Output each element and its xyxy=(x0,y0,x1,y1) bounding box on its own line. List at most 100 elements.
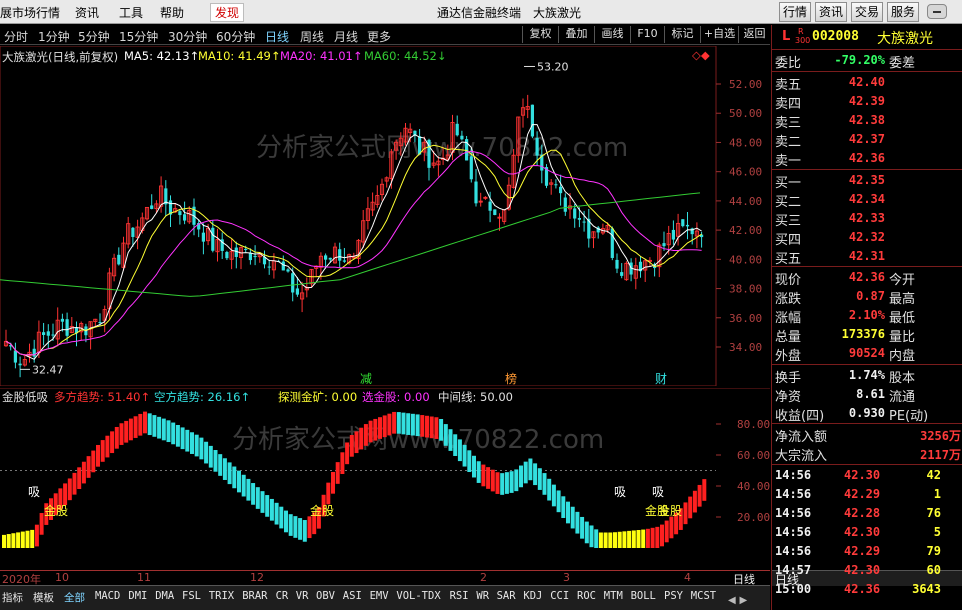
indicator-bar xyxy=(63,483,68,506)
indicator-tab[interactable]: WR xyxy=(476,590,489,602)
chart-toolbar: 分时 1分钟 5分钟 15分钟 30分钟 60分钟 日线 周线 月线 更多 复权… xyxy=(0,25,770,45)
indicator-bar xyxy=(72,472,77,495)
indicator-tab[interactable]: DMA xyxy=(155,590,174,602)
indicator-bar xyxy=(476,461,481,483)
buy-level-label: 买四 xyxy=(775,233,802,248)
indicator-bar xyxy=(354,431,359,454)
indicator-bar xyxy=(584,521,589,544)
candle-down xyxy=(178,211,182,216)
minimize-icon[interactable] xyxy=(927,4,947,19)
tab-scroll-arrows[interactable]: ◀ ▶ xyxy=(728,592,768,606)
indicator-tab[interactable]: 指标 xyxy=(2,590,23,605)
indicator-tab[interactable]: EMV xyxy=(370,590,389,602)
menu-help[interactable]: 帮助 xyxy=(160,4,184,21)
event-marker: 财 xyxy=(655,372,667,386)
signal-label: 吸 xyxy=(614,485,626,499)
indicator-tab[interactable]: MTM xyxy=(604,590,623,602)
stat-value: 0.87 xyxy=(856,289,885,303)
tick-volume: 42 xyxy=(926,468,941,482)
ind-axis-label: 20.00 xyxy=(737,511,770,524)
menu-discover[interactable]: 发现 xyxy=(210,3,245,22)
indicator-tab[interactable]: FSL xyxy=(182,590,201,602)
service-button[interactable]: 服务 xyxy=(887,2,919,22)
stat2-label: 收益(四) xyxy=(775,409,825,424)
ma60-label: MA60: 44.52↓ xyxy=(364,49,447,63)
indicator-tab[interactable]: ROC xyxy=(577,590,596,602)
tick-volume: 3643 xyxy=(912,582,941,596)
indicator-bar xyxy=(641,529,646,548)
scroll-left-icon[interactable]: ◀ xyxy=(728,595,736,606)
indicator-bar xyxy=(420,415,425,437)
price-chart[interactable]: 52.00 50.00 48.00 46.00 44.00 42.00 40.00 38.00… xyxy=(0,46,770,386)
sell-level-price: 42.36 xyxy=(848,151,885,165)
diamond-icon[interactable]: ◇◆ xyxy=(692,48,710,62)
indicator-tab[interactable]: BRAR xyxy=(242,590,267,602)
buy-level-price: 42.32 xyxy=(848,230,885,244)
overlay-button[interactable]: 叠加 xyxy=(558,26,594,43)
indicator-bar xyxy=(509,471,514,493)
indicator-tab[interactable]: ASI xyxy=(343,590,362,602)
period-tab[interactable]: 1分钟 xyxy=(38,28,70,45)
candle-down xyxy=(662,243,666,247)
indicator-bar xyxy=(152,415,157,437)
indicator-tab[interactable]: TRIX xyxy=(209,590,234,602)
period-tab-active[interactable]: 日线 xyxy=(265,28,289,45)
menu-tools[interactable]: 工具 xyxy=(119,4,143,21)
fuquan-button[interactable]: 复权 xyxy=(522,26,558,43)
stat2-row: 换手 1.74% 股本 xyxy=(772,366,962,386)
period-tab[interactable]: 月线 xyxy=(334,28,358,45)
period-tab[interactable]: 周线 xyxy=(300,28,324,45)
stock-header: L R 300 002008 大族激光 xyxy=(772,27,962,49)
period-tab[interactable]: 分时 xyxy=(4,28,28,45)
back-button[interactable]: 返回 xyxy=(738,26,770,43)
candle-down xyxy=(295,288,299,295)
r-badge: R xyxy=(798,27,804,36)
tick-price: 42.30 xyxy=(844,468,881,482)
stat2-row: 净资 8.61 流通 xyxy=(772,385,962,405)
sell-level-price: 42.37 xyxy=(848,132,885,146)
indicator-tab[interactable]: VR xyxy=(296,590,309,602)
indicator-tab[interactable]: OBV xyxy=(316,590,335,602)
indicator-tab[interactable]: CCI xyxy=(550,590,569,602)
indicator-bar xyxy=(105,435,110,458)
trade-button[interactable]: 交易 xyxy=(851,2,883,22)
period-tab[interactable]: 5分钟 xyxy=(78,28,110,45)
indicator-tab[interactable]: CR xyxy=(276,590,289,602)
stat-value: 90524 xyxy=(848,346,885,360)
indicator-bar xyxy=(143,411,147,434)
period-tab[interactable]: 30分钟 xyxy=(168,28,207,45)
indicator-bar xyxy=(138,413,143,436)
indicator-tab[interactable]: RSI xyxy=(450,590,469,602)
indicator-bar xyxy=(218,454,223,476)
period-more[interactable]: 更多 xyxy=(367,28,391,45)
indicator-bar xyxy=(265,495,270,517)
f10-button[interactable]: F10 xyxy=(630,26,664,43)
indicator-tab[interactable]: VOL-TDX xyxy=(396,590,440,602)
indicator-tab[interactable]: 模板 xyxy=(33,590,54,605)
menu-news[interactable]: 资讯 xyxy=(75,4,99,21)
indicator-tab[interactable]: MACD xyxy=(95,590,120,602)
indicator-tab[interactable]: SAR xyxy=(497,590,516,602)
menu-market[interactable]: 展市场行情 xyxy=(0,4,60,21)
candle-down xyxy=(671,229,675,240)
indicator-tab[interactable]: DMI xyxy=(128,590,147,602)
date-tick: 3 xyxy=(563,571,570,584)
period-tab[interactable]: 60分钟 xyxy=(216,28,255,45)
indicator-tab[interactable]: BOLL xyxy=(631,590,656,602)
add-watchlist-button[interactable]: +自选 xyxy=(700,26,738,43)
stat-label-2: 今开 xyxy=(889,273,916,288)
weicha-label: 委差 xyxy=(889,56,916,71)
indicator-tab[interactable]: 全部 xyxy=(64,590,85,605)
scroll-right-icon[interactable]: ▶ xyxy=(740,595,748,606)
indicator-tab[interactable]: MCST xyxy=(691,590,716,602)
indicator-tab[interactable]: PSY xyxy=(664,590,683,602)
indicator-bar xyxy=(486,467,491,489)
weibi-label: 委比 xyxy=(775,56,802,71)
period-tab[interactable]: 15分钟 xyxy=(119,28,158,45)
quote-button[interactable]: 行情 xyxy=(779,2,811,22)
mark-button[interactable]: 标记 xyxy=(664,26,700,43)
news-button[interactable]: 资讯 xyxy=(815,2,847,22)
indicator-tab[interactable]: KDJ xyxy=(523,590,542,602)
buy-level-row: 买五 42.31 xyxy=(772,247,962,267)
draw-line-button[interactable]: 画线 xyxy=(594,26,630,43)
